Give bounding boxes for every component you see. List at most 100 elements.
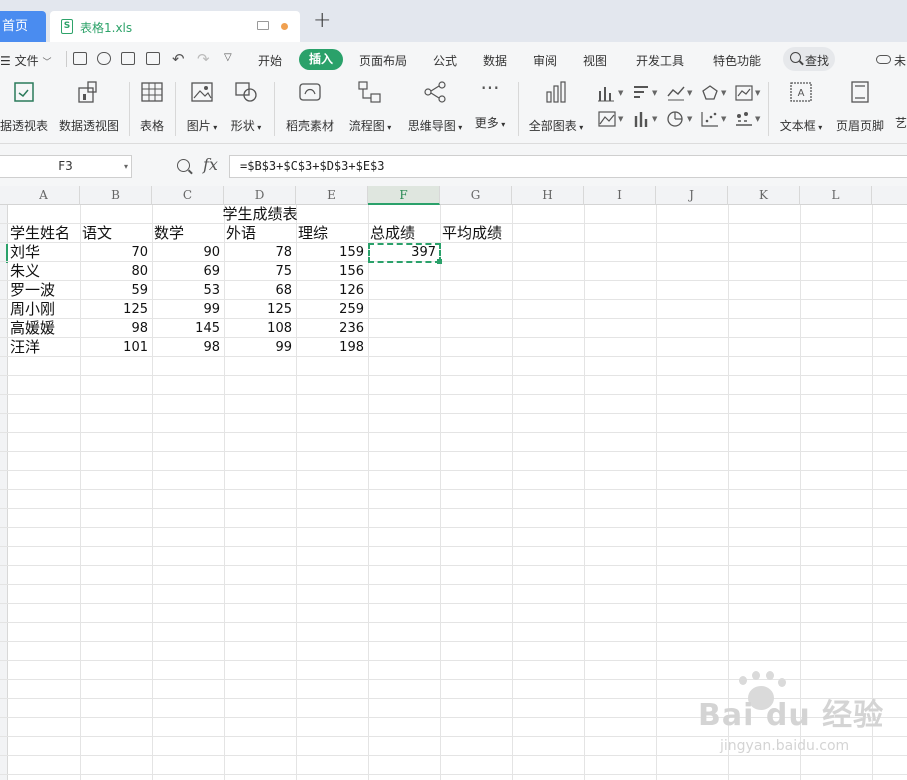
column-header-d[interactable]: D	[224, 186, 296, 205]
function-icon[interactable]: fx	[203, 155, 218, 174]
flowchart-button[interactable]: 流程图 ▾	[345, 80, 395, 134]
column-header-b[interactable]: B	[80, 186, 152, 205]
header-cell[interactable]: 数学	[154, 224, 222, 243]
column-header-j[interactable]: J	[656, 186, 728, 205]
header-cell[interactable]: 总成绩	[370, 224, 438, 243]
textbox-button[interactable]: A 文本框 ▾	[776, 80, 826, 134]
all-charts-button[interactable]: 全部图表 ▾	[527, 80, 585, 134]
chevron-down-icon[interactable]: ▼	[618, 89, 623, 97]
combo-chart-icon[interactable]	[734, 110, 756, 128]
menu-data[interactable]: 数据	[483, 52, 507, 69]
column-header-h[interactable]: H	[512, 186, 584, 205]
chevron-down-icon[interactable]: ▾	[124, 156, 128, 177]
undo-icon[interactable]: ↶	[172, 50, 185, 68]
column-header-c[interactable]: C	[152, 186, 224, 205]
stacked-column-icon[interactable]	[632, 110, 654, 128]
student-name-cell[interactable]: 高媛媛	[10, 319, 78, 338]
menu-cut-label[interactable]: 未	[894, 52, 906, 69]
score-cell[interactable]: 53	[154, 281, 222, 300]
area-chart-icon[interactable]	[597, 110, 619, 128]
shape-button[interactable]: 形状 ▾	[226, 80, 266, 134]
header-footer-button[interactable]: 页眉页脚	[834, 80, 886, 134]
column-header-f[interactable]: F	[368, 186, 440, 205]
score-cell[interactable]: 159	[298, 243, 366, 262]
score-cell[interactable]: 70	[82, 243, 150, 262]
redo-icon[interactable]: ↷	[197, 50, 210, 68]
score-cell[interactable]: 101	[82, 338, 150, 357]
header-cell[interactable]: 学生姓名	[10, 224, 78, 243]
column-header-g[interactable]: G	[440, 186, 512, 205]
cloud-icon[interactable]	[876, 55, 891, 64]
score-cell[interactable]: 259	[298, 300, 366, 319]
sheet-title-cell[interactable]: 学生成绩表	[180, 205, 340, 224]
pivot-table-button[interactable]: 据透视表	[0, 80, 48, 134]
scatter-chart-icon[interactable]	[700, 110, 722, 128]
chevron-down-icon[interactable]: ▼	[721, 115, 726, 123]
score-cell[interactable]: 236	[298, 319, 366, 338]
row-header-gutter[interactable]	[0, 205, 8, 780]
menu-formulas[interactable]: 公式	[433, 52, 457, 69]
column-header-partial[interactable]	[872, 186, 907, 205]
more-button[interactable]: ··· 更多 ▾	[472, 78, 508, 131]
print-icon[interactable]	[121, 52, 135, 65]
mindmap-button[interactable]: 思维导图 ▾	[404, 80, 466, 134]
score-cell[interactable]: 156	[298, 262, 366, 281]
column-header-i[interactable]: I	[584, 186, 656, 205]
score-cell[interactable]: 98	[82, 319, 150, 338]
column-header-l[interactable]: L	[800, 186, 872, 205]
header-cell[interactable]: 语文	[82, 224, 150, 243]
picture-button[interactable]: 图片 ▾	[182, 80, 222, 134]
student-name-cell[interactable]: 朱义	[10, 262, 78, 281]
column-chart-icon[interactable]	[597, 84, 619, 102]
customize-toolbar-icon[interactable]: ▽	[224, 52, 232, 63]
search-button[interactable]: 查找	[783, 47, 835, 71]
active-cell-border[interactable]	[368, 243, 441, 263]
score-cell[interactable]: 78	[226, 243, 294, 262]
score-cell[interactable]: 125	[226, 300, 294, 319]
student-name-cell[interactable]: 周小刚	[10, 300, 78, 319]
fill-handle[interactable]	[437, 259, 442, 264]
new-tab-plus-icon[interactable]: +	[313, 10, 331, 32]
score-cell[interactable]: 198	[298, 338, 366, 357]
score-cell[interactable]: 59	[82, 281, 150, 300]
tab-home[interactable]: 首页	[0, 11, 46, 42]
score-cell[interactable]: 99	[154, 300, 222, 319]
unsaved-dot-icon[interactable]	[281, 23, 288, 30]
table-button[interactable]: 表格	[136, 80, 168, 134]
art-text-button[interactable]: 艺	[894, 80, 907, 131]
pie-chart-icon[interactable]	[666, 110, 688, 128]
bar-chart-horizontal-icon[interactable]	[632, 84, 654, 102]
header-cell[interactable]: 理综	[298, 224, 366, 243]
student-name-cell[interactable]: 汪洋	[10, 338, 78, 357]
column-header-k[interactable]: K	[728, 186, 800, 205]
name-box[interactable]: F3 ▾	[0, 155, 132, 178]
score-cell[interactable]: 108	[226, 319, 294, 338]
score-cell[interactable]: 98	[154, 338, 222, 357]
format-painter-icon[interactable]	[97, 52, 111, 65]
monitor-icon[interactable]	[257, 21, 269, 30]
chevron-down-icon[interactable]: ▼	[755, 89, 760, 97]
column-header-e[interactable]: E	[296, 186, 368, 205]
header-cell[interactable]: 外语	[226, 224, 294, 243]
chevron-down-icon[interactable]: ▼	[721, 89, 726, 97]
chevron-down-icon[interactable]: ▼	[652, 89, 657, 97]
score-cell[interactable]: 80	[82, 262, 150, 281]
chevron-down-icon[interactable]: ▼	[687, 89, 692, 97]
menu-page-layout[interactable]: 页面布局	[359, 52, 407, 69]
score-cell[interactable]: 145	[154, 319, 222, 338]
assets-button[interactable]: 稻壳素材	[283, 80, 337, 134]
score-cell[interactable]: 90	[154, 243, 222, 262]
score-cell[interactable]: 125	[82, 300, 150, 319]
score-cell[interactable]: 69	[154, 262, 222, 281]
radar-chart-icon[interactable]	[700, 84, 722, 102]
pivot-chart-button[interactable]: 数据透视图	[58, 80, 120, 134]
chevron-down-icon[interactable]: ▼	[618, 115, 623, 123]
menu-insert[interactable]: 插入	[299, 49, 343, 70]
header-cell[interactable]: 平均成绩	[442, 224, 510, 243]
print-preview-icon[interactable]	[146, 52, 160, 65]
save-icon[interactable]	[73, 52, 87, 65]
tab-document[interactable]: S 表格1.xls	[50, 11, 300, 42]
zoom-icon[interactable]	[177, 159, 190, 172]
menu-features[interactable]: 特色功能	[713, 52, 761, 69]
chevron-down-icon[interactable]: ▼	[687, 115, 692, 123]
